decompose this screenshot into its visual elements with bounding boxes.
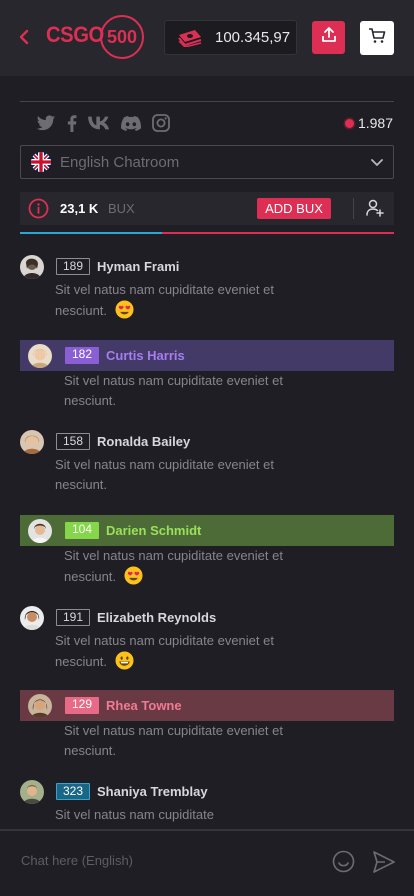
avatar[interactable]: [20, 255, 44, 279]
balance-display: 100.345,97: [164, 20, 297, 55]
level-badge: 191: [56, 609, 90, 626]
level-badge: 129: [65, 697, 99, 714]
add-bux-button[interactable]: ADD BUX: [257, 198, 331, 219]
message-text: Sit vel natus nam cupiditate eveniet et …: [55, 631, 295, 672]
avatar[interactable]: [28, 519, 52, 543]
uk-flag-icon: [31, 152, 51, 172]
message-text: Sit vel natus nam cupiditate eveniet et …: [55, 280, 295, 321]
username[interactable]: Ronalda Bailey: [97, 434, 190, 449]
username[interactable]: Curtis Harris: [106, 348, 185, 363]
add-user-icon[interactable]: [366, 199, 384, 222]
chevron-down-icon: [369, 154, 385, 175]
message-text: Sit vel natus nam cupiditate eveniet et …: [55, 457, 274, 492]
bux-progress-bar: [20, 232, 394, 234]
level-badge: 323: [56, 783, 90, 800]
divider: [353, 198, 354, 219]
online-count: 1.987: [357, 115, 393, 131]
share-button[interactable]: [312, 21, 345, 54]
chatroom-selected-label: English Chatroom: [60, 153, 180, 171]
vk-icon[interactable]: [88, 116, 110, 130]
balance-value: 100.345,97: [215, 29, 291, 46]
avatar[interactable]: [20, 780, 44, 804]
online-counter: 1.987: [344, 115, 393, 131]
top-header: CSGO 500 100.345,97: [0, 0, 414, 76]
level-badge: 158: [56, 433, 90, 450]
chevron-left-icon[interactable]: [14, 26, 36, 48]
upload-icon: [320, 26, 338, 49]
avatar[interactable]: [20, 606, 44, 630]
chat-input[interactable]: Chat here (English): [21, 853, 133, 868]
brand-logo-number: 500: [100, 15, 144, 59]
bux-count: 23,1 K: [60, 201, 99, 216]
twitter-icon[interactable]: [36, 114, 56, 132]
level-badge: 104: [65, 522, 99, 539]
username[interactable]: Rhea Towne: [106, 698, 182, 713]
chat-input-bar: Chat here (English): [0, 829, 414, 896]
send-icon[interactable]: [372, 850, 396, 879]
brand-logo-text: CSGO: [46, 22, 104, 47]
info-icon[interactable]: [28, 198, 49, 224]
avatar[interactable]: [28, 694, 52, 718]
grin-emoji-icon: [115, 651, 134, 670]
instagram-icon[interactable]: [152, 114, 170, 132]
username[interactable]: Darien Schmidt: [106, 523, 201, 538]
username[interactable]: Hyman Frami: [97, 259, 179, 274]
username[interactable]: Elizabeth Reynolds: [97, 610, 216, 625]
level-badge: 189: [56, 258, 90, 275]
message-text: Sit vel natus nam cupiditate eveniet et …: [64, 723, 283, 758]
avatar[interactable]: [28, 344, 52, 368]
bux-progress-fill: [20, 232, 163, 234]
cart-icon: [368, 27, 386, 50]
message-body: Sit vel natus nam cupiditate eveniet et …: [55, 282, 274, 318]
online-status-dot: [344, 118, 354, 128]
message-text: Sit vel natus nam cupiditate eveniet et …: [64, 546, 304, 587]
bux-unit: BUX: [108, 201, 135, 216]
heart-eyes-emoji-icon: [115, 300, 134, 319]
cart-button[interactable]: [360, 21, 394, 55]
message-text: Sit vel natus nam cupiditate eveniet et …: [64, 373, 283, 408]
facebook-icon[interactable]: [67, 114, 77, 132]
message-body: Sit vel natus nam cupiditate eveniet et …: [64, 548, 283, 584]
social-links: [36, 113, 181, 133]
avatar[interactable]: [20, 430, 44, 454]
message-body: Sit vel natus nam cupiditate eveniet et …: [55, 633, 274, 669]
money-stack-icon: [177, 29, 203, 48]
message-text: Sit vel natus nam cupiditate: [55, 807, 214, 822]
level-badge: 182: [65, 347, 99, 364]
username[interactable]: Shaniya Tremblay: [97, 784, 208, 799]
emoji-picker-icon[interactable]: [332, 850, 355, 878]
chatroom-select[interactable]: English Chatroom: [20, 145, 394, 179]
discord-icon[interactable]: [121, 115, 141, 131]
heart-eyes-emoji-icon: [124, 566, 143, 585]
divider: [20, 101, 394, 102]
bux-bar: 23,1 K BUX ADD BUX: [20, 192, 394, 225]
